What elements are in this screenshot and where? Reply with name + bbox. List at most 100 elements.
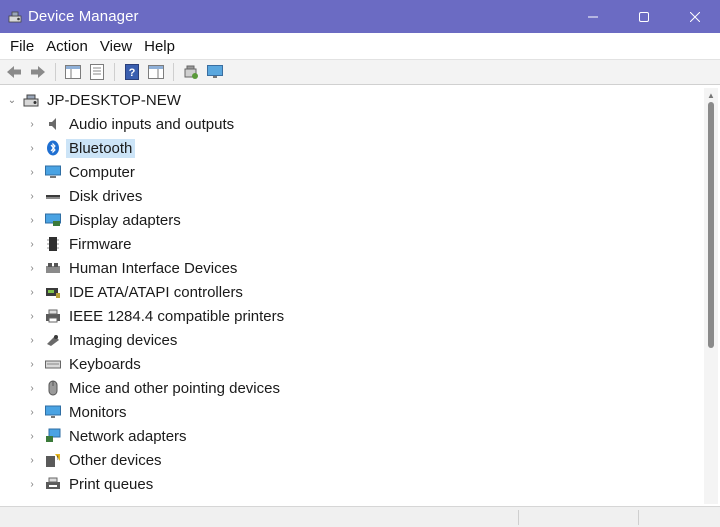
tree-item[interactable]: › Computer	[27, 160, 138, 184]
tree-item[interactable]: › Print queues	[27, 472, 156, 496]
forward-button[interactable]	[28, 62, 48, 82]
menu-help[interactable]: Help	[138, 38, 181, 55]
chevron-right-icon[interactable]: ›	[27, 232, 37, 256]
disk-drive-icon	[45, 188, 61, 204]
chevron-right-icon[interactable]: ›	[27, 256, 37, 280]
tree-item[interactable]: ›! Other devices	[27, 448, 165, 472]
tree-item[interactable]: › Imaging devices	[27, 328, 180, 352]
device-tree[interactable]: ⌄ JP-DESKTOP-NEW › Audio inputs and outpu…	[3, 88, 704, 504]
chevron-right-icon[interactable]: ›	[27, 400, 37, 424]
window-controls	[567, 0, 720, 33]
tree-item-label: Disk drives	[69, 187, 143, 205]
maximize-icon	[638, 11, 649, 22]
monitor-icon	[207, 65, 223, 78]
chevron-right-icon[interactable]: ›	[27, 352, 37, 376]
tree-item[interactable]: › Bluetooth	[27, 136, 136, 160]
tree-item[interactable]: › Display adapters	[27, 208, 184, 232]
tree-item[interactable]: › Keyboards	[27, 352, 144, 376]
device-manager-app-icon	[8, 10, 22, 24]
speaker-icon	[45, 116, 61, 132]
tree-item-label: Imaging devices	[69, 331, 178, 349]
bluetooth-icon	[45, 140, 61, 156]
scan-hardware-icon	[184, 65, 198, 79]
scrollbar-thumb[interactable]	[708, 102, 714, 348]
monitor-icon	[45, 404, 61, 420]
status-divider	[638, 510, 639, 525]
tree-item[interactable]: › IDE ATA/ATAPI controllers	[27, 280, 246, 304]
chevron-right-icon[interactable]: ›	[27, 280, 37, 304]
chevron-right-icon[interactable]: ›	[27, 184, 37, 208]
chevron-right-icon[interactable]: ›	[27, 472, 37, 496]
scroll-up-arrow-icon[interactable]: ▲	[704, 90, 718, 100]
scan-hardware-button[interactable]	[181, 62, 201, 82]
tree-item[interactable]: › Monitors	[27, 400, 130, 424]
action-pane-icon	[148, 65, 164, 79]
tree-item[interactable]: › Human Interface Devices	[27, 256, 240, 280]
unknown-device-icon: !	[45, 452, 61, 468]
tree-item-label: Human Interface Devices	[69, 259, 238, 277]
camera-icon	[45, 332, 61, 348]
toolbar-separator	[114, 63, 115, 81]
display-adapter-icon	[45, 212, 61, 228]
chevron-right-icon[interactable]: ›	[27, 136, 37, 160]
help-book-icon: ?	[125, 64, 139, 80]
chevron-right-icon[interactable]: ›	[27, 448, 37, 472]
tree-item[interactable]: › Disk drives	[27, 184, 145, 208]
forward-arrow-icon	[31, 66, 45, 78]
minimize-button[interactable]	[567, 0, 618, 33]
tree-item-label: Audio inputs and outputs	[69, 115, 235, 133]
tree-item[interactable]: › Mice and other pointing devices	[27, 376, 283, 400]
close-button[interactable]	[669, 0, 720, 33]
chevron-right-icon[interactable]: ›	[27, 424, 37, 448]
printer-icon	[45, 308, 61, 324]
chevron-right-icon[interactable]: ›	[27, 160, 37, 184]
maximize-button[interactable]	[618, 0, 669, 33]
tree-item[interactable]: › Audio inputs and outputs	[27, 112, 237, 136]
firmware-icon	[45, 236, 61, 252]
tree-item-label: IDE ATA/ATAPI controllers	[69, 283, 243, 301]
keyboard-icon	[45, 356, 61, 372]
network-adapter-icon	[45, 428, 61, 444]
chevron-right-icon[interactable]: ›	[27, 208, 37, 232]
tree-item[interactable]: › Firmware	[27, 232, 135, 256]
tree-item[interactable]: › Network adapters	[27, 424, 190, 448]
tree-item-label: Bluetooth	[66, 138, 136, 158]
print-queue-icon	[45, 476, 61, 492]
action-pane-button[interactable]	[146, 62, 166, 82]
menu-file[interactable]: File	[4, 38, 40, 55]
ide-controller-icon	[45, 284, 61, 300]
chevron-right-icon[interactable]: ›	[27, 376, 37, 400]
menu-action[interactable]: Action	[40, 38, 94, 55]
status-bar	[0, 506, 720, 527]
toolbar-separator	[173, 63, 174, 81]
toolbar: ?	[0, 59, 720, 85]
vertical-scrollbar[interactable]: ▲	[704, 88, 718, 504]
back-arrow-icon	[7, 66, 21, 78]
chevron-right-icon[interactable]: ›	[27, 112, 37, 136]
chevron-right-icon[interactable]: ›	[27, 304, 37, 328]
status-divider	[518, 510, 519, 525]
tree-item-label: Computer	[69, 163, 135, 181]
hid-icon	[45, 260, 61, 276]
tree-root-label: JP-DESKTOP-NEW	[47, 91, 181, 109]
tree-item[interactable]: › IEEE 1284.4 compatible printers	[27, 304, 287, 328]
tree-root[interactable]: ⌄ JP-DESKTOP-NEW	[7, 88, 184, 112]
close-icon	[689, 11, 700, 22]
tree-item-label: Firmware	[69, 235, 132, 253]
show-hide-console-tree-button[interactable]	[63, 62, 83, 82]
back-button[interactable]	[4, 62, 24, 82]
computer-root-icon	[23, 92, 39, 108]
help-button[interactable]: ?	[122, 62, 142, 82]
chevron-down-icon[interactable]: ⌄	[7, 88, 17, 112]
tree-item-label: IEEE 1284.4 compatible printers	[69, 307, 285, 325]
properties-button[interactable]	[87, 62, 107, 82]
tree-item-label: Mice and other pointing devices	[69, 379, 280, 397]
menu-view[interactable]: View	[94, 38, 138, 55]
computer-icon	[45, 164, 61, 180]
tree-item-label: Other devices	[69, 451, 162, 469]
chevron-right-icon[interactable]: ›	[27, 328, 37, 352]
console-tree-icon	[65, 65, 81, 79]
monitor-button[interactable]	[205, 62, 225, 82]
tree-item-label: Keyboards	[69, 355, 141, 373]
svg-text:?: ?	[129, 67, 136, 79]
